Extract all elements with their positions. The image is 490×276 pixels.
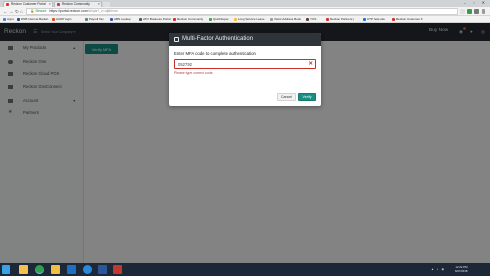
address-bar: ← → ↻ ⌂ 🔒 Secure https://portal.reckon.c… <box>0 7 490 16</box>
folder-icon[interactable] <box>51 265 60 274</box>
system-tray-icons[interactable]: ▲ ◐ ◉ <box>431 267 445 271</box>
bookmark-icon <box>85 18 88 21</box>
bookmark-item[interactable]: Reckon Community <box>173 17 203 22</box>
word-icon[interactable] <box>98 265 107 274</box>
bookmark-icon <box>234 18 237 21</box>
bookmark-label: Long Service Leave <box>238 17 265 21</box>
bookmark-item[interactable]: QuickSuper <box>209 17 229 22</box>
taskbar: ▲ ◐ ◉ 12:22 PM 6/07/2018 <box>0 263 490 276</box>
bookmark-item[interactable]: ACDP login <box>52 17 71 22</box>
reckon-favicon-icon <box>6 3 9 6</box>
shield-icon <box>174 37 179 42</box>
clock[interactable]: 12:22 PM 6/07/2018 <box>455 265 467 273</box>
mfa-dialog-title: Multi-Factor Authentication <box>182 36 254 42</box>
mfa-dialog: Multi-Factor Authentication Enter MFA co… <box>169 33 321 106</box>
bookmark-icon <box>52 18 55 21</box>
bookmark-icon <box>306 18 309 21</box>
bookmark-item[interactable]: YOS <box>306 17 316 22</box>
bookmark-icon <box>363 18 366 21</box>
mfa-dialog-header: Multi-Factor Authentication <box>169 33 321 46</box>
bookmark-icon <box>209 18 212 21</box>
bookmark-icon <box>17 18 20 21</box>
mfa-code-label: Enter MFA code to complete authenticatio… <box>174 51 256 56</box>
bookmark-icon <box>173 18 176 21</box>
bookmark-label: ACDP login <box>56 17 72 21</box>
mfa-dialog-body: Enter MFA code to complete authenticatio… <box>169 46 321 75</box>
mfa-dialog-footer: Cancel Verify <box>169 90 321 106</box>
reckon-icon[interactable] <box>113 265 122 274</box>
bookmark-item[interactable]: Payroll Tax <box>85 17 104 22</box>
bookmark-item[interactable]: DNB Internet Bankin <box>17 17 48 22</box>
extension-icon[interactable] <box>467 9 472 14</box>
bookmark-label: Reckon Customer F <box>396 17 423 21</box>
bookmark-item[interactable]: Vistor Address Book <box>270 17 301 22</box>
bookmark-icon <box>139 18 142 21</box>
url-host: https://portal.reckon.com <box>49 9 88 13</box>
tab-title: Reckon Community <box>62 2 90 6</box>
bookmark-label: YOS <box>310 17 317 21</box>
bookmark-label: DNB Internet Bankin <box>21 17 49 21</box>
bookmark-item[interactable]: Long Service Leave <box>234 17 265 22</box>
bookmark-icon <box>270 18 273 21</box>
reckon-favicon-icon <box>57 3 60 6</box>
back-arrow-icon[interactable]: ← <box>3 8 8 15</box>
bookmark-label: Apps <box>7 17 14 21</box>
extension-icon[interactable] <box>474 9 479 14</box>
outlook-icon[interactable] <box>67 265 76 274</box>
bookmark-item[interactable]: CTP help site <box>363 17 385 22</box>
verify-button[interactable]: Verify <box>298 93 316 101</box>
bookmark-item[interactable]: Reckon Partners | <box>326 17 354 22</box>
bookmark-label: CTP help site <box>367 17 385 21</box>
bookmark-apps[interactable]: Apps <box>3 17 14 22</box>
window-controls[interactable]: – ▫ ✕ <box>464 0 488 6</box>
bookmark-label: QuickSuper <box>213 17 229 21</box>
bookmark-item[interactable]: Reckon Customer F <box>392 17 423 22</box>
chrome-menu-icon[interactable] <box>482 9 485 14</box>
bookmark-label: Vistor Address Book <box>274 17 301 21</box>
mfa-error-message: Please type correct code. <box>174 71 214 75</box>
bookmark-label: ABN Lookup <box>114 17 131 21</box>
url-input[interactable]: 🔒 Secure https://portal.reckon.com/#/ops… <box>26 8 458 15</box>
browser-tab-strip: Reckon Customer Portal ✕ Reckon Communit… <box>0 0 490 7</box>
mfa-code-field: ✕ <box>174 59 316 69</box>
apps-icon <box>3 18 6 21</box>
tab-title: Reckon Customer Portal <box>11 2 46 6</box>
bookmark-item[interactable]: ABN Lookup <box>110 17 131 22</box>
clear-icon[interactable]: ✕ <box>308 60 313 68</box>
bookmark-icon <box>392 18 395 21</box>
secure-label: 🔒 Secure <box>30 9 47 13</box>
ie-icon[interactable] <box>83 265 92 274</box>
forward-arrow-icon[interactable]: → <box>9 8 14 15</box>
bookmark-label: Payroll Tax <box>89 17 104 21</box>
bookmark-item[interactable]: ATO Business Portal <box>139 17 171 22</box>
bookmarks-bar: Apps DNB Internet Bankin ACDP login Payr… <box>0 16 490 23</box>
cancel-button[interactable]: Cancel <box>277 93 296 101</box>
chrome-icon[interactable] <box>35 265 44 274</box>
bookmark-icon <box>110 18 113 21</box>
mfa-code-input[interactable] <box>175 60 305 68</box>
reload-icon[interactable]: ↻ <box>15 8 19 15</box>
home-icon[interactable]: ⌂ <box>20 8 23 15</box>
start-icon[interactable] <box>2 265 10 274</box>
url-path: /#/ops?_z=ujkfmvw <box>87 9 118 13</box>
bookmark-label: Reckon Partners | <box>330 17 354 21</box>
clock-date: 6/07/2018 <box>455 269 468 273</box>
bookmark-icon <box>326 18 329 21</box>
bookmark-label: ATO Business Portal <box>143 17 171 21</box>
bookmark-label: Reckon Community <box>177 17 204 21</box>
bookmark-star-icon[interactable] <box>460 9 465 14</box>
explorer-icon[interactable] <box>19 265 28 274</box>
